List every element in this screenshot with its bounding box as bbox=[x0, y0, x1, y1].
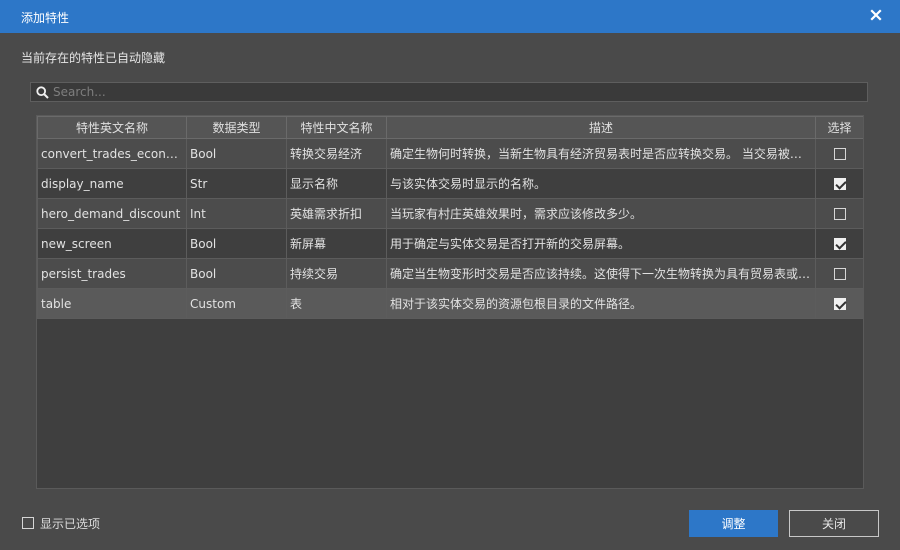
column-header-data-type[interactable]: 数据类型 bbox=[186, 116, 287, 139]
select-checkbox[interactable] bbox=[833, 298, 846, 310]
trait-data-type: Str bbox=[186, 168, 287, 199]
trait-en-name: table bbox=[37, 288, 187, 319]
trait-data-type: Bool bbox=[186, 228, 287, 259]
trait-data-type: Bool bbox=[186, 138, 287, 169]
hidden-traits-hint: 当前存在的特性已自动隐藏 bbox=[21, 51, 166, 65]
trait-description: 用于确定与实体交易是否打开新的交易屏幕。 bbox=[386, 228, 816, 259]
trait-data-type: Int bbox=[186, 198, 287, 229]
trait-description: 相对于该实体交易的资源包根目录的文件路径。 bbox=[386, 288, 816, 319]
title-bar: 添加特性 bbox=[0, 0, 900, 33]
select-checkbox[interactable] bbox=[833, 268, 846, 280]
select-checkbox[interactable] bbox=[833, 238, 846, 250]
show-selected-label: 显示已选项 bbox=[40, 516, 101, 531]
search-input[interactable] bbox=[53, 83, 853, 101]
select-checkbox[interactable] bbox=[833, 148, 846, 160]
select-checkbox[interactable] bbox=[833, 208, 846, 220]
trait-data-type: Custom bbox=[186, 288, 287, 319]
table-row[interactable]: hero_demand_discount Int 英雄需求折扣 当玩家有村庄英雄… bbox=[37, 198, 863, 229]
trait-description: 当玩家有村庄英雄效果时，需求应该修改多少。 bbox=[386, 198, 816, 229]
column-header-select[interactable]: 选择 bbox=[815, 116, 863, 139]
trait-description: 确定当生物变形时交易是否应该持续。这使得下一次生物转换为具有贸易表或经济贸易表的… bbox=[386, 258, 816, 289]
trait-cn-name: 英雄需求折扣 bbox=[286, 198, 387, 229]
show-selected-checkbox[interactable] bbox=[22, 517, 34, 529]
table-row[interactable]: display_name Str 显示名称 与该实体交易时显示的名称。 bbox=[37, 168, 863, 199]
column-header-description[interactable]: 描述 bbox=[386, 116, 816, 139]
trait-cn-name: 表 bbox=[286, 288, 387, 319]
show-selected-toggle[interactable]: 显示已选项 bbox=[22, 516, 101, 531]
trait-en-name: display_name bbox=[37, 168, 187, 199]
dialog-title: 添加特性 bbox=[21, 11, 70, 25]
trait-cn-name: 新屏幕 bbox=[286, 228, 387, 259]
trait-description: 与该实体交易时显示的名称。 bbox=[386, 168, 816, 199]
trait-data-type: Bool bbox=[186, 258, 287, 289]
table-row[interactable]: persist_trades Bool 持续交易 确定当生物变形时交易是否应该持… bbox=[37, 258, 863, 289]
column-header-en-name[interactable]: 特性英文名称 bbox=[37, 116, 187, 139]
column-header-cn-name[interactable]: 特性中文名称 bbox=[286, 116, 387, 139]
trait-en-name: convert_trades_economy bbox=[37, 138, 187, 169]
select-checkbox[interactable] bbox=[833, 178, 846, 190]
search-box[interactable] bbox=[30, 82, 868, 102]
trait-description: 确定生物何时转换，当新生物具有经济贸易表时是否应转换交易。 当交易被转换时，是否… bbox=[386, 138, 816, 169]
trait-en-name: persist_trades bbox=[37, 258, 187, 289]
trait-en-name: new_screen bbox=[37, 228, 187, 259]
confirm-button[interactable]: 调整 bbox=[689, 510, 778, 537]
trait-cn-name: 持续交易 bbox=[286, 258, 387, 289]
trait-en-name: hero_demand_discount bbox=[37, 198, 187, 229]
table-row[interactable]: new_screen Bool 新屏幕 用于确定与实体交易是否打开新的交易屏幕。 bbox=[37, 228, 863, 259]
search-icon bbox=[36, 86, 49, 99]
close-button[interactable]: 关闭 bbox=[789, 510, 879, 537]
trait-cn-name: 显示名称 bbox=[286, 168, 387, 199]
trait-cn-name: 转换交易经济 bbox=[286, 138, 387, 169]
table-header-row: 特性英文名称 数据类型 特性中文名称 描述 选择 bbox=[37, 116, 863, 139]
table-row[interactable]: table Custom 表 相对于该实体交易的资源包根目录的文件路径。 bbox=[37, 288, 863, 319]
table-row[interactable]: convert_trades_economy Bool 转换交易经济 确定生物何… bbox=[37, 138, 863, 169]
traits-table: 特性英文名称 数据类型 特性中文名称 描述 选择 convert_trades_… bbox=[36, 115, 864, 489]
close-icon[interactable] bbox=[868, 7, 884, 23]
